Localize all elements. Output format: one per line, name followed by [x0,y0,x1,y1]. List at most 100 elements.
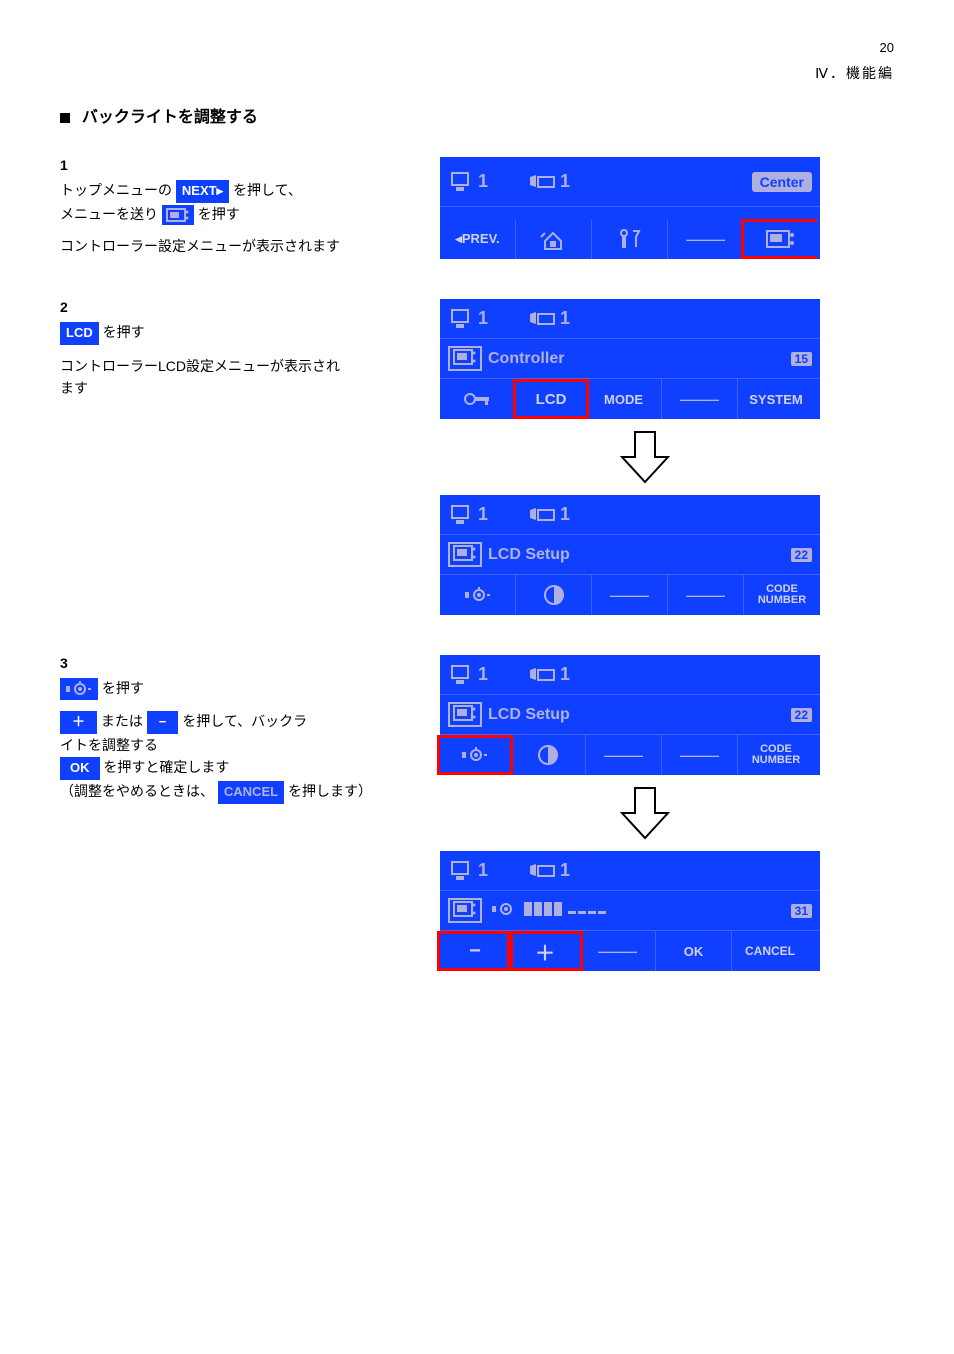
controller-menu-button[interactable] [741,219,817,259]
code-number-button[interactable]: CODE NUMBER [738,735,814,775]
bullet-icon [60,113,70,123]
system-button[interactable]: SYSTEM [738,379,814,419]
page-badge: 22 [791,708,812,722]
cancel-button[interactable]: CANCEL [732,931,808,971]
text: 1 [560,504,570,525]
step-3-body: ＋ または − を押して、バックラ イトを調整する OK を押すと確定します （… [60,710,420,803]
step-2-note: コントローラーLCD設定メニューが表示され ます [60,355,420,400]
code-number-button[interactable]: CODE NUMBER [744,575,820,615]
plus-button[interactable]: ＋ [507,931,583,971]
minus-button-label: − [147,711,179,734]
screen-title: LCD Setup [488,706,791,724]
lcd-screen-top-menu: 1 1 Center ◂PREV. ——— [440,157,820,259]
minus-button[interactable]: − [437,931,513,971]
blank-button: ——— [662,379,738,419]
lcd-screen-lcdsetup-2: 1 1 LCD Setup 22 [440,655,820,775]
camera-icon: 1 [528,171,570,192]
arrow-down-icon [440,427,850,487]
text: NUMBER [758,595,806,606]
device-icon: 1 [450,860,488,882]
section-title: バックライトを調整する [82,109,258,126]
text: （調整をやめるときは、 [60,783,214,799]
step-2-text: LCD を押す [60,321,420,345]
device-icon: 1 [450,308,488,330]
arrow-down-icon [440,783,850,843]
text: または [101,713,143,729]
text: 1 [478,664,488,685]
contrast-icon[interactable] [516,575,592,615]
step-3-text: を押す [60,677,420,700]
screen-title: LCD Setup [488,546,791,564]
page-number: 20 [60,40,894,55]
blank-button: ——— [580,931,656,971]
plus-button-label: ＋ [60,711,97,734]
blank-button: ——— [662,735,738,775]
chapter-header: Ⅳ．機能編 [60,63,894,83]
center-badge: Center [752,172,812,192]
section-heading: バックライトを調整する [60,103,894,127]
brightness-icon[interactable] [440,575,516,615]
camera-icon: 1 [528,860,570,881]
text: イトを調整する [60,737,158,753]
device-icon: 1 [450,171,488,193]
contrast-icon[interactable] [510,735,586,775]
step-1-row: 1 トップメニューの NEXT▸ を押して、 メニューを送り を押す コントロー… [60,157,894,259]
step-2-row: 2 LCD を押す コントローラーLCD設定メニューが表示され ます 1 1 [60,299,894,615]
lcd-screen-lcdsetup-1: 1 1 LCD Setup 22 [440,495,820,615]
controller-icon [162,205,194,225]
text: 1 [560,308,570,329]
controller-icon [448,346,482,371]
page-badge: 31 [791,904,812,918]
text: 1 [560,171,570,192]
text: 1 [560,664,570,685]
controller-icon [448,702,482,727]
text: を押すと確定します [103,759,229,775]
screen-title: Controller [488,350,791,368]
text: コントローラーLCD設定メニューが表示され [60,358,340,374]
step-1-number: 1 [60,157,420,173]
text: 1 [478,308,488,329]
brightness-level-bar [524,902,608,919]
text: 1 [478,504,488,525]
controller-icon [448,542,482,567]
text: ます [60,380,88,396]
camera-icon: 1 [528,664,570,685]
blank-button: ——— [668,575,744,615]
lcd-screen-controller: 1 1 Controller 15 LCD MODE [440,299,820,419]
text: 1 [560,860,570,881]
home-lock-icon[interactable] [516,219,592,259]
text: メニューを送り [60,206,158,222]
text: 1 [478,171,488,192]
lcd-button-label: LCD [60,322,99,345]
lcd-button[interactable]: LCD [513,379,589,419]
next-button-label: NEXT▸ [176,180,229,203]
cancel-button-label: CANCEL [218,781,284,804]
tools-icon[interactable] [592,219,668,259]
brightness-button[interactable] [437,735,513,775]
ok-button[interactable]: OK [656,931,732,971]
camera-icon: 1 [528,504,570,525]
page-badge: 15 [791,352,812,366]
step-3-row: 3 を押す ＋ または − を押して、バックラ イトを調整する OK を押すと確… [60,655,894,971]
blank-button: ——— [668,219,744,259]
text: を押す [102,680,144,696]
text: NUMBER [752,755,800,766]
lcd-screen-brightness: 1 1 31 [440,851,820,971]
step-1-text: トップメニューの NEXT▸ を押して、 メニューを送り を押す [60,179,420,225]
blank-button: ——— [586,735,662,775]
blank-button: ——— [592,575,668,615]
text: を押して、バックラ [182,713,307,729]
device-icon: 1 [450,664,488,686]
mode-button[interactable]: MODE [586,379,662,419]
text: を押す [103,324,145,340]
prev-button[interactable]: ◂PREV. [440,219,516,259]
device-icon: 1 [450,504,488,526]
step-2-number: 2 [60,299,420,315]
brightness-icon [490,900,520,921]
camera-icon: 1 [528,308,570,329]
page-badge: 22 [791,548,812,562]
brightness-icon [60,678,98,700]
text: トップメニューの [60,182,172,198]
text: を押す [198,206,240,222]
key-icon[interactable] [440,379,516,419]
